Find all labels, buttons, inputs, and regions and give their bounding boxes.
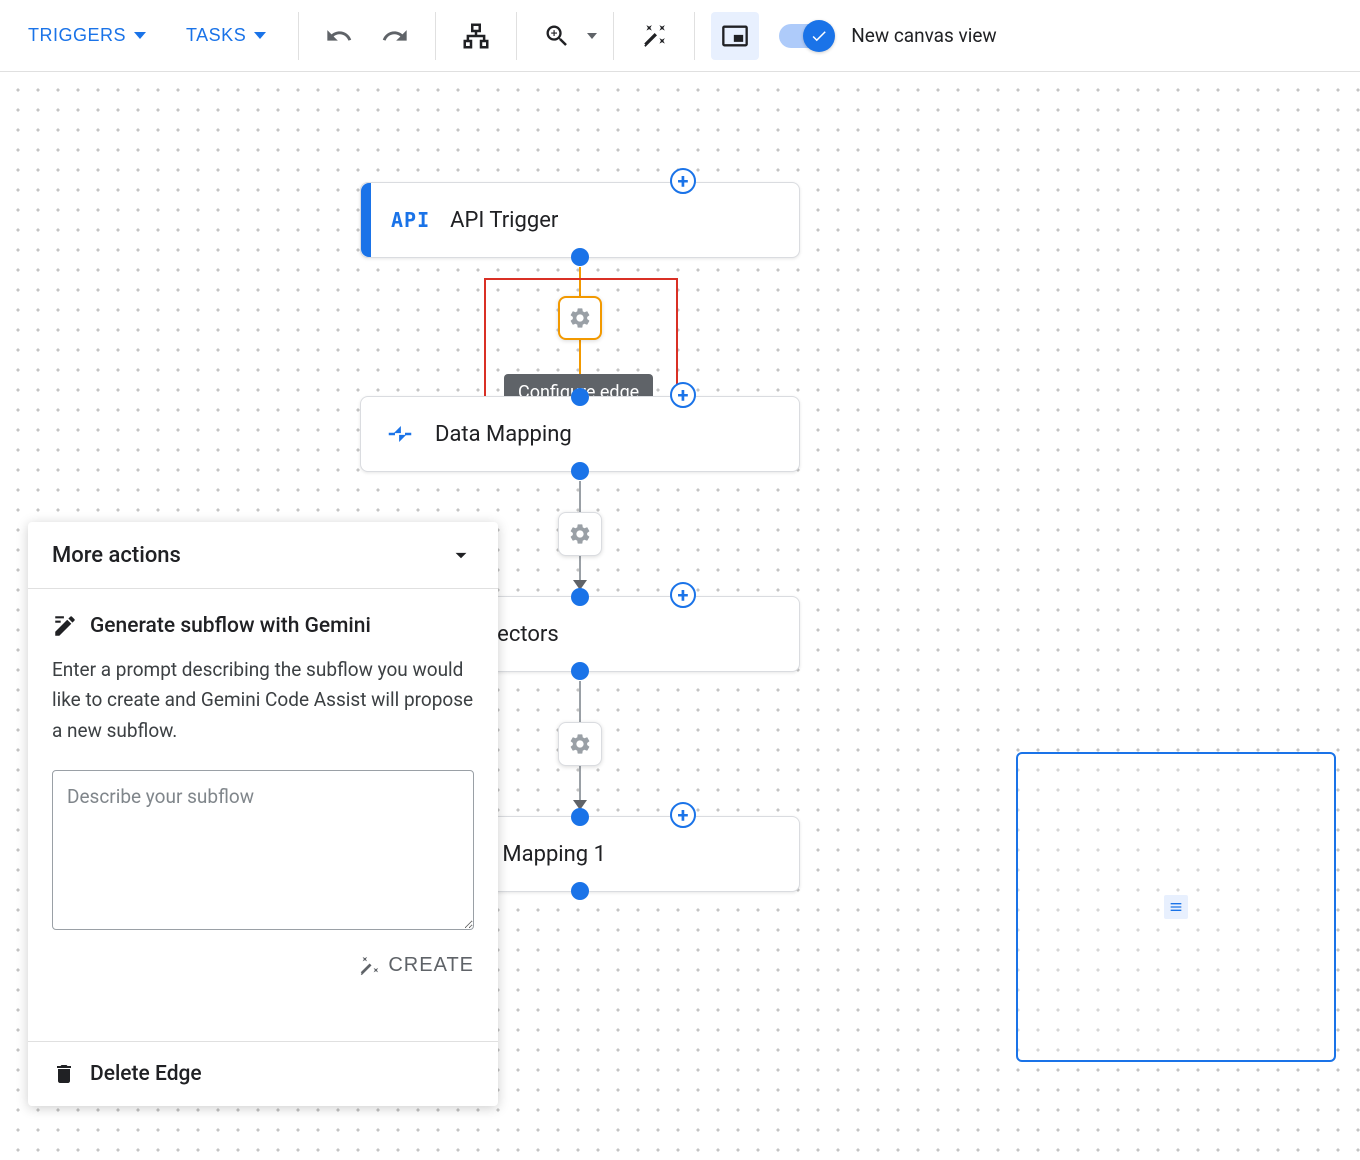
magic-button[interactable]: [630, 12, 678, 60]
view-mode-button[interactable]: [711, 12, 759, 60]
zoom-in-icon: [543, 22, 571, 50]
panel-body: Generate subflow with Gemini Enter a pro…: [28, 589, 498, 1001]
api-icon-text: API: [391, 208, 430, 232]
pip-icon: [721, 22, 749, 50]
undo-icon: [325, 22, 353, 50]
redo-icon: [381, 22, 409, 50]
toggle-knob: [803, 20, 835, 52]
create-label: CREATE: [388, 954, 474, 977]
edge-gear-button[interactable]: [558, 296, 602, 340]
chevron-down-icon: [134, 32, 146, 39]
panel-subhead: Generate subflow with Gemini: [52, 613, 474, 639]
node-data-mapping[interactable]: Data Mapping: [360, 396, 800, 472]
separator: [694, 12, 695, 60]
toolbar: TRIGGERS TASKS New canvas view: [0, 0, 1360, 72]
edge-gear-button[interactable]: [558, 722, 602, 766]
gear-icon: [568, 732, 592, 756]
canvas[interactable]: API API Trigger + Configure edge Data Ma…: [0, 72, 1360, 1160]
separator: [516, 12, 517, 60]
panel-header[interactable]: More actions: [28, 522, 498, 589]
layout-button[interactable]: [452, 12, 500, 60]
panel-description: Enter a prompt describing the subflow yo…: [52, 655, 474, 746]
toggle-label: New canvas view: [851, 24, 997, 47]
node-label: Data Mapping: [435, 422, 572, 447]
check-icon: [810, 27, 828, 45]
subflow-prompt-input[interactable]: [52, 770, 474, 930]
chevron-down-icon: [254, 32, 266, 39]
node-label: a Mapping 1: [485, 842, 606, 867]
chevron-down-icon: [587, 33, 597, 39]
port-in[interactable]: [571, 388, 589, 406]
canvas-view-toggle[interactable]: [779, 24, 833, 48]
undo-button[interactable]: [315, 12, 363, 60]
delete-label: Delete Edge: [90, 1062, 202, 1086]
separator: [613, 12, 614, 60]
redo-button[interactable]: [371, 12, 419, 60]
pencil-list-icon: [52, 613, 78, 639]
trash-icon: [52, 1062, 76, 1086]
add-node-button[interactable]: +: [670, 382, 696, 408]
gear-icon: [568, 306, 592, 330]
node-api-trigger[interactable]: API API Trigger: [360, 182, 800, 258]
triggers-label: TRIGGERS: [28, 25, 126, 46]
add-node-button[interactable]: +: [670, 802, 696, 828]
port-out[interactable]: [571, 882, 589, 900]
edge-gear-button[interactable]: [558, 512, 602, 556]
more-actions-panel: More actions Generate subflow with Gemin…: [28, 522, 498, 1106]
port-in[interactable]: [571, 588, 589, 606]
gear-icon: [568, 522, 592, 546]
wand-icon: [641, 23, 667, 49]
add-node-button[interactable]: +: [670, 582, 696, 608]
chevron-down-icon: [448, 542, 474, 568]
minimap-node-icon: [1164, 895, 1188, 919]
wand-icon: [358, 955, 380, 977]
separator: [435, 12, 436, 60]
node-accent-bar: [361, 183, 371, 257]
list-icon: [1168, 899, 1184, 915]
api-icon: API: [391, 208, 430, 232]
panel-title: More actions: [52, 543, 181, 568]
tasks-label: TASKS: [186, 25, 246, 46]
create-button[interactable]: CREATE: [358, 954, 474, 977]
delete-edge-button[interactable]: Delete Edge: [28, 1041, 498, 1106]
add-node-button[interactable]: +: [670, 168, 696, 194]
separator: [298, 12, 299, 60]
zoom-button[interactable]: [533, 12, 581, 60]
zoom-dropdown[interactable]: [533, 12, 597, 60]
port-in[interactable]: [571, 808, 589, 826]
triggers-dropdown[interactable]: TRIGGERS: [12, 17, 162, 54]
data-mapping-icon: [385, 419, 415, 449]
node-label: API Trigger: [450, 208, 558, 233]
sitemap-icon: [461, 21, 491, 51]
tasks-dropdown[interactable]: TASKS: [170, 17, 282, 54]
panel-subhead-text: Generate subflow with Gemini: [90, 614, 371, 638]
minimap[interactable]: [1016, 752, 1336, 1062]
